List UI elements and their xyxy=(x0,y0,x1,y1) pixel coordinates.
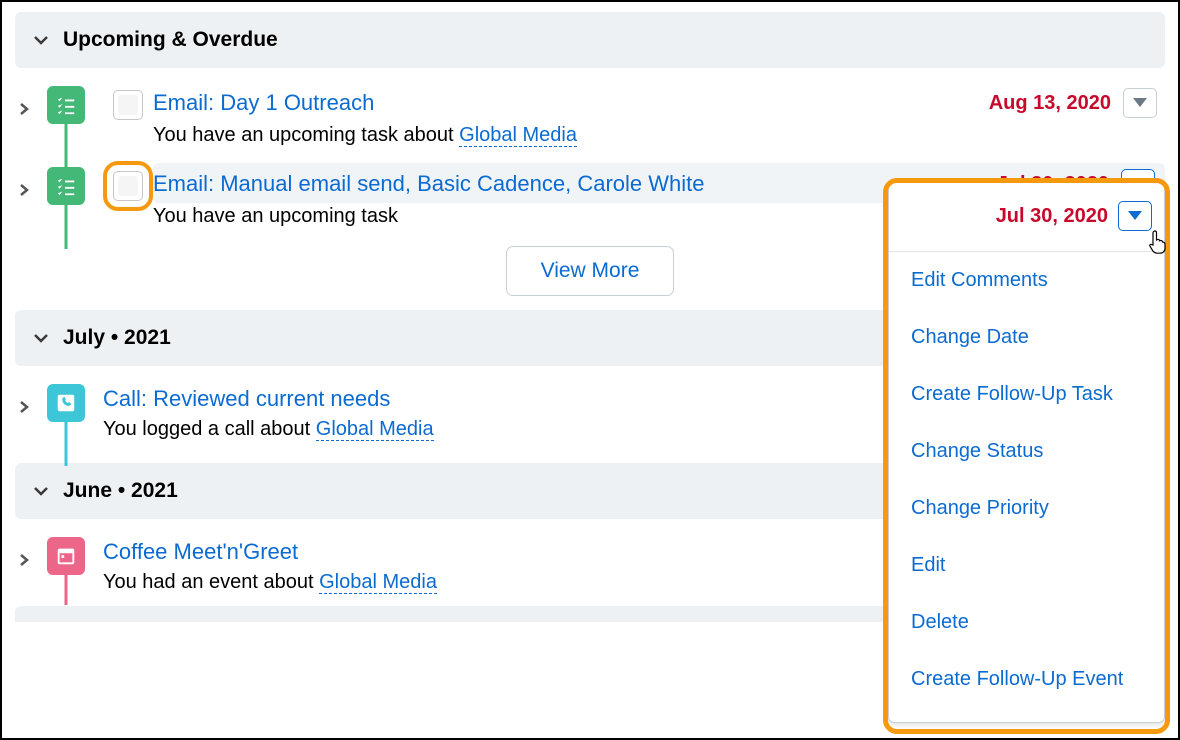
actions-dropdown-button-open[interactable] xyxy=(1118,201,1152,231)
activity-item: Email: Day 1 Outreach Aug 13, 2020 You h… xyxy=(15,78,1165,159)
expand-toggle[interactable] xyxy=(15,551,33,569)
activity-title[interactable]: Email: Manual email send, Basic Cadence,… xyxy=(153,171,704,197)
related-link[interactable]: Global Media xyxy=(316,418,434,441)
activity-title[interactable]: Coffee Meet'n'Greet xyxy=(103,539,298,565)
expand-toggle[interactable] xyxy=(15,100,33,118)
menu-edit[interactable]: Edit xyxy=(889,537,1164,594)
expand-toggle[interactable] xyxy=(15,398,33,416)
menu-change-priority[interactable]: Change Priority xyxy=(889,480,1164,537)
menu-edit-comments[interactable]: Edit Comments xyxy=(889,252,1164,309)
activity-title[interactable]: Call: Reviewed current needs xyxy=(103,386,390,412)
call-icon xyxy=(47,384,85,422)
expand-toggle[interactable] xyxy=(15,181,33,199)
activity-title[interactable]: Email: Day 1 Outreach xyxy=(153,90,374,116)
menu-create-followup-event[interactable]: Create Follow-Up Event xyxy=(889,651,1164,708)
related-link[interactable]: Global Media xyxy=(319,571,437,594)
event-icon xyxy=(47,537,85,575)
chevron-down-icon xyxy=(33,32,49,48)
complete-checkbox[interactable] xyxy=(113,171,143,201)
section-title: Upcoming & Overdue xyxy=(63,28,278,52)
actions-menu: Jul 30, 2020 Edit Comments Change Date C… xyxy=(888,182,1165,723)
chevron-down-icon xyxy=(33,483,49,499)
activity-subtext: You have an upcoming task about Global M… xyxy=(153,122,1165,159)
menu-create-followup-task[interactable]: Create Follow-Up Task xyxy=(889,366,1164,423)
view-more-button[interactable]: View More xyxy=(506,246,675,296)
menu-delete[interactable]: Delete xyxy=(889,594,1164,651)
task-icon xyxy=(47,167,85,205)
section-title: July • 2021 xyxy=(63,326,171,350)
menu-due-date: Jul 30, 2020 xyxy=(996,205,1108,228)
due-date: Aug 13, 2020 xyxy=(989,92,1111,115)
section-title: June • 2021 xyxy=(63,479,178,503)
section-header-upcoming[interactable]: Upcoming & Overdue xyxy=(15,12,1165,68)
task-icon xyxy=(47,86,85,124)
menu-change-status[interactable]: Change Status xyxy=(889,423,1164,480)
actions-dropdown-button[interactable] xyxy=(1123,88,1157,118)
related-link[interactable]: Global Media xyxy=(459,124,577,147)
chevron-down-icon xyxy=(33,330,49,346)
complete-checkbox[interactable] xyxy=(113,90,143,120)
menu-change-date[interactable]: Change Date xyxy=(889,309,1164,366)
